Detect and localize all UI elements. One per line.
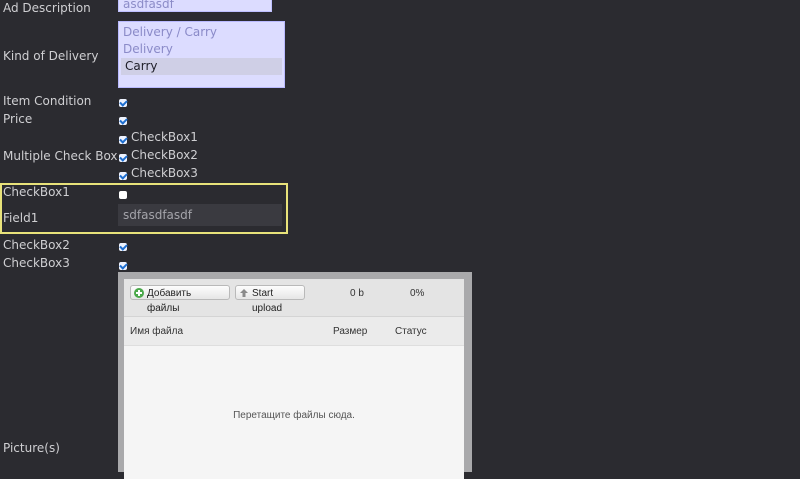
kind-of-delivery-listbox[interactable]: Delivery / Carry Delivery Carry: [118, 21, 285, 88]
ad-description-label: Ad Description: [3, 1, 91, 15]
file-uploader: Добавить файлы Start upload 0 b 0% Имя ф…: [118, 272, 472, 479]
price-label: Price: [3, 112, 33, 126]
price-checkbox[interactable]: [119, 117, 127, 125]
uploader-toolbar: Добавить файлы Start upload 0 b 0%: [124, 279, 464, 317]
start-upload-button-label: Start upload: [252, 288, 283, 314]
drop-zone-text[interactable]: Перетащите файлы сюда.: [124, 410, 464, 421]
file-list-header: Имя файла Размер Статус: [124, 317, 464, 346]
multiple-check-box-label: Multiple Check Box: [3, 149, 118, 163]
multi-checkbox-3-label: CheckBox3: [131, 166, 198, 180]
multi-checkbox-2[interactable]: [119, 154, 127, 162]
item-condition-checkbox[interactable]: [119, 99, 127, 107]
add-files-button-label: Добавить файлы: [147, 288, 192, 314]
checkbox1-checkbox[interactable]: [119, 191, 127, 199]
delivery-option[interactable]: Delivery / Carry: [119, 24, 284, 41]
checkbox2-checkbox[interactable]: [119, 243, 127, 251]
column-size: Размер: [333, 326, 368, 337]
checkbox3-checkbox[interactable]: [119, 262, 127, 270]
start-upload-button[interactable]: Start upload: [235, 285, 305, 314]
multi-checkbox-3[interactable]: [119, 172, 127, 180]
add-files-button[interactable]: Добавить файлы: [130, 285, 230, 314]
multi-checkbox-2-label: CheckBox2: [131, 148, 198, 162]
total-percent: 0%: [410, 288, 425, 299]
item-condition-label: Item Condition: [3, 94, 92, 108]
column-status: Статус: [395, 326, 427, 337]
upload-arrow-icon: [239, 288, 249, 298]
uploader-panel: Добавить файлы Start upload 0 b 0% Имя ф…: [124, 279, 464, 479]
ad-description-textarea[interactable]: [118, 0, 272, 12]
checkbox2-label: CheckBox2: [3, 238, 70, 252]
field1-label: Field1: [3, 211, 39, 225]
checkbox3-label: CheckBox3: [3, 256, 70, 270]
multi-checkbox-1-label: CheckBox1: [131, 130, 198, 144]
pictures-label: Picture(s): [3, 441, 60, 455]
multi-checkbox-1[interactable]: [119, 136, 127, 144]
add-icon: [134, 288, 144, 298]
delivery-option[interactable]: Delivery: [119, 41, 284, 58]
column-filename: Имя файла: [130, 326, 184, 337]
field1-input[interactable]: sdfasdfasdf: [118, 204, 282, 226]
total-size: 0 b: [350, 288, 364, 299]
kind-of-delivery-label: Kind of Delivery: [3, 49, 99, 63]
delivery-option-selected[interactable]: Carry: [121, 58, 282, 75]
checkbox1-label: CheckBox1: [3, 185, 70, 199]
